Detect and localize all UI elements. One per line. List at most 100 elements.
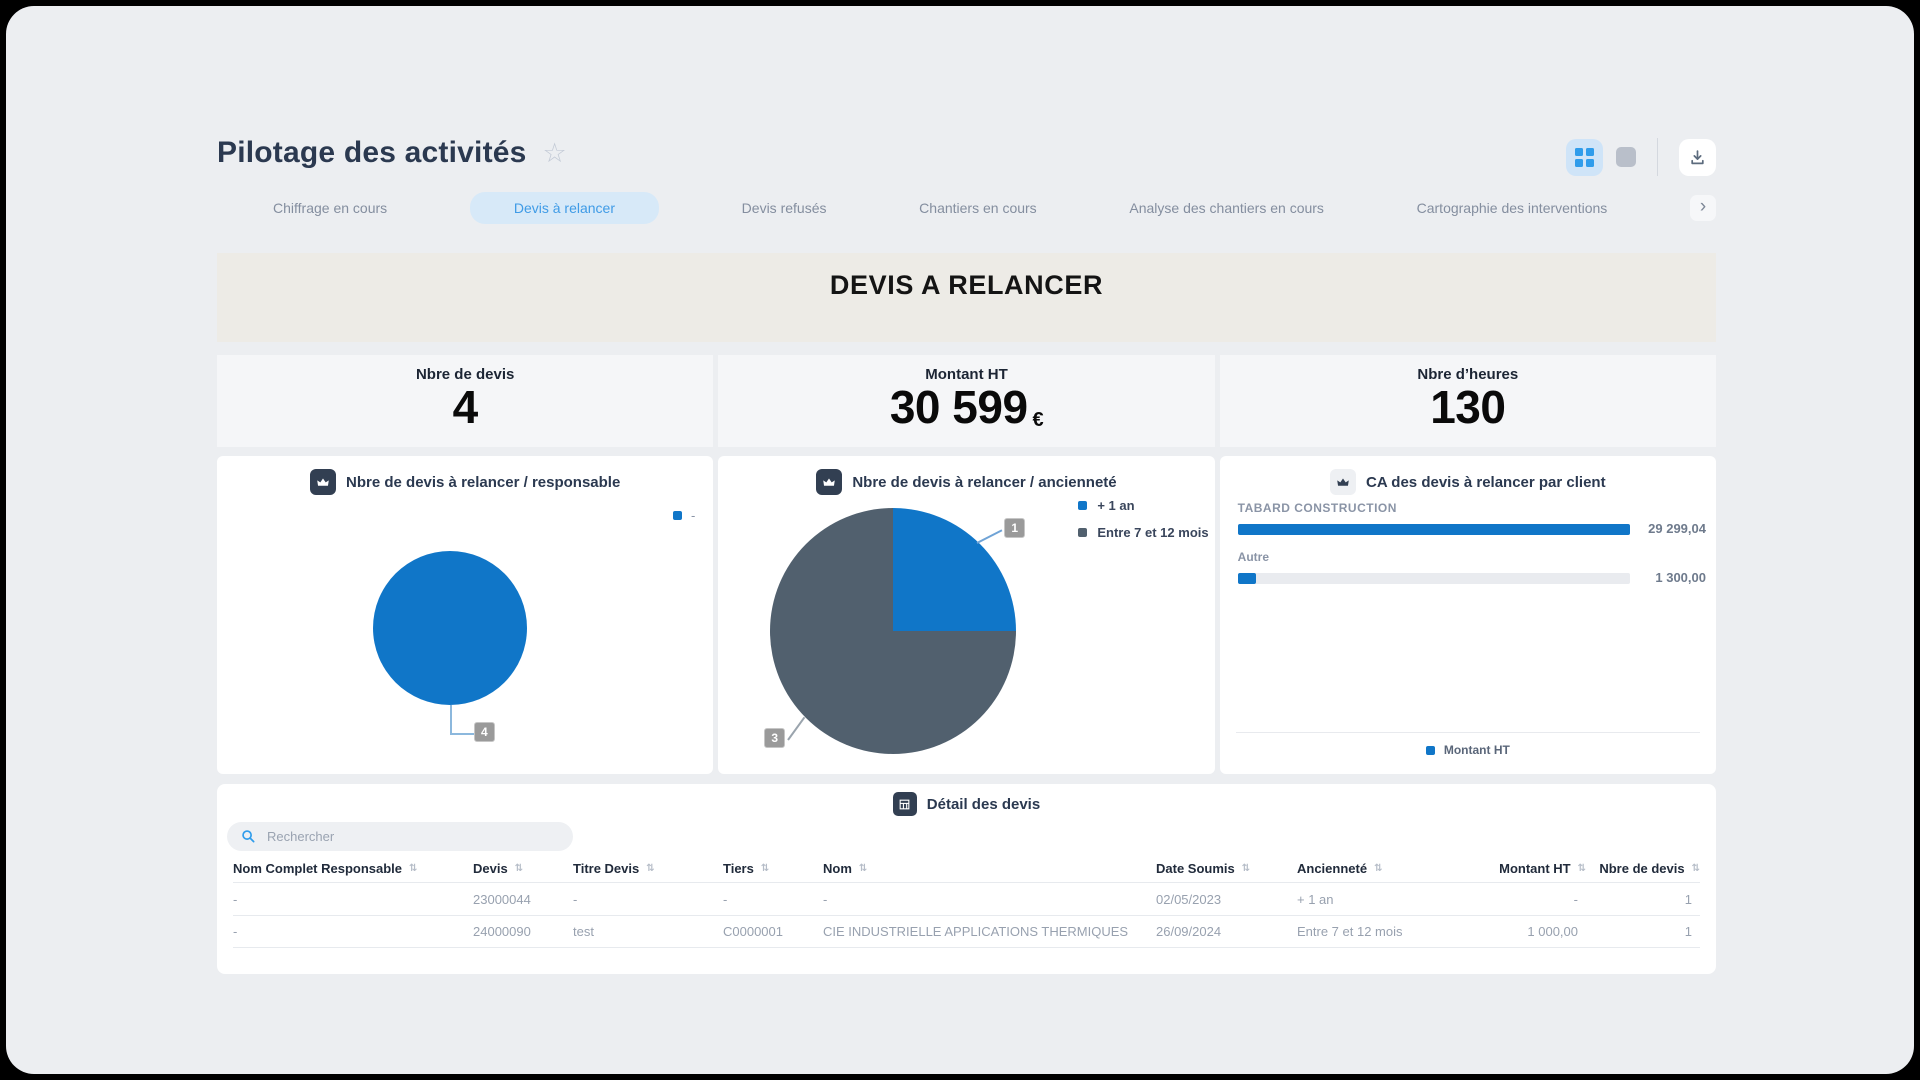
tab-devis-a-relancer[interactable]: Devis à relancer xyxy=(470,192,659,224)
tab-chantiers-en-cours[interactable]: Chantiers en cours xyxy=(909,192,1047,224)
search-box xyxy=(227,822,573,851)
kpi-amount: 30 599 xyxy=(890,381,1028,433)
crown-icon xyxy=(1330,469,1356,495)
legend-item[interactable]: + 1 an xyxy=(1078,498,1208,513)
section-banner-title: DEVIS A RELANCER xyxy=(830,270,1103,301)
chart-title-row: Nbre de devis à relancer / responsable xyxy=(217,469,713,495)
data-table: Nom Complet Responsable⇅ Devis⇅ Titre De… xyxy=(233,854,1700,948)
chart-title: Nbre de devis à relancer / ancienneté xyxy=(852,474,1116,491)
divider xyxy=(1236,732,1700,733)
tab-chiffrage-en-cours[interactable]: Chiffrage en cours xyxy=(263,192,397,224)
column-header[interactable]: Nom⇅ xyxy=(823,861,1156,876)
bar-fill xyxy=(1238,573,1256,584)
pie-slice-full[interactable] xyxy=(373,551,527,705)
legend-swatch xyxy=(1078,501,1087,510)
kpi-nbre-heures: Nbre d’heures 130 xyxy=(1220,355,1716,447)
column-header[interactable]: Devis⇅ xyxy=(473,861,573,876)
cell: + 1 an xyxy=(1297,892,1471,907)
table-icon xyxy=(893,792,917,816)
sort-icon[interactable]: ⇅ xyxy=(409,863,417,874)
legend-label: Montant HT xyxy=(1444,743,1510,757)
pie-value-label-gray: 3 xyxy=(764,728,785,748)
sort-icon[interactable]: ⇅ xyxy=(1374,863,1382,874)
favorite-star-icon[interactable]: ☆ xyxy=(543,140,567,167)
cell: 1 xyxy=(1586,892,1700,907)
crown-icon xyxy=(310,469,336,495)
download-icon xyxy=(1689,149,1706,166)
cell: Entre 7 et 12 mois xyxy=(1297,924,1471,939)
cell: 26/09/2024 xyxy=(1156,924,1297,939)
detail-table-card: Détail des devis Nom Complet Responsable… xyxy=(217,784,1716,974)
page-header: Pilotage des activités ☆ xyxy=(217,136,567,170)
bar-value: 29 299,04 xyxy=(1606,521,1706,536)
cell: test xyxy=(573,924,723,939)
table-row[interactable]: - 24000090 test C0000001 CIE INDUSTRIELL… xyxy=(233,915,1700,948)
pie-leader-line xyxy=(450,733,475,735)
pie-leader-line xyxy=(450,705,452,734)
section-banner: DEVIS A RELANCER xyxy=(217,253,1716,342)
pie-value-label: 4 xyxy=(474,722,495,742)
bar[interactable] xyxy=(1238,524,1630,535)
legend-label: - xyxy=(691,508,695,523)
sort-icon[interactable]: ⇅ xyxy=(761,863,769,874)
sort-icon[interactable]: ⇅ xyxy=(515,863,523,874)
sort-icon[interactable]: ⇅ xyxy=(859,863,867,874)
cell: 24000090 xyxy=(473,924,573,939)
single-view-button[interactable] xyxy=(1616,147,1636,167)
grid-view-button[interactable] xyxy=(1566,139,1603,176)
tab-devis-refuses[interactable]: Devis refusés xyxy=(732,192,837,224)
table-row[interactable]: - 23000044 - - - 02/05/2023 + 1 an - 1 xyxy=(233,882,1700,915)
chart-title: Nbre de devis à relancer / responsable xyxy=(346,474,620,491)
chart-title-row: CA des devis à relancer par client xyxy=(1220,469,1716,495)
dashboard-app: Pilotage des activités ☆ Chiffrage en co… xyxy=(6,6,1914,1074)
legend-swatch xyxy=(673,511,682,520)
column-header[interactable]: Nbre de devis⇅ xyxy=(1586,861,1700,876)
chart-legend: + 1 an Entre 7 et 12 mois xyxy=(1078,498,1208,540)
column-header[interactable]: Date Soumis⇅ xyxy=(1156,861,1297,876)
bar[interactable] xyxy=(1238,573,1630,584)
bar-category-label: TABARD CONSTRUCTION xyxy=(1238,501,1397,515)
chart-legend[interactable]: - xyxy=(673,508,695,523)
kpi-montant-ht: Montant HT 30 599€ xyxy=(718,355,1214,447)
cell: - xyxy=(823,892,1156,907)
main-content: Pilotage des activités ☆ Chiffrage en co… xyxy=(217,6,1716,1074)
page-title: Pilotage des activités xyxy=(217,136,527,170)
tabs-scroll-right-button[interactable]: › xyxy=(1690,195,1716,221)
cell: 1 000,00 xyxy=(1471,924,1586,939)
sort-icon[interactable]: ⇅ xyxy=(646,863,654,874)
sort-icon[interactable]: ⇅ xyxy=(1242,863,1250,874)
column-header[interactable]: Ancienneté⇅ xyxy=(1297,861,1471,876)
toolbar xyxy=(1566,138,1716,176)
cell: CIE INDUSTRIELLE APPLICATIONS THERMIQUES xyxy=(823,924,1156,939)
column-header[interactable]: Titre Devis⇅ xyxy=(573,861,723,876)
cell: - xyxy=(233,892,473,907)
cell: - xyxy=(1471,892,1586,907)
legend-label: + 1 an xyxy=(1097,498,1134,513)
legend-label: Entre 7 et 12 mois xyxy=(1097,525,1208,540)
chart-legend[interactable]: Montant HT xyxy=(1220,743,1716,757)
table-title-row: Détail des devis xyxy=(217,792,1716,816)
bar-category-label: Autre xyxy=(1238,550,1269,564)
table-header-row: Nom Complet Responsable⇅ Devis⇅ Titre De… xyxy=(233,854,1700,882)
column-header[interactable]: Tiers⇅ xyxy=(723,861,823,876)
crown-icon xyxy=(816,469,842,495)
kpi-value: 30 599€ xyxy=(718,383,1214,431)
cell: 23000044 xyxy=(473,892,573,907)
pie-chart[interactable] xyxy=(770,508,1016,754)
tab-analyse-chantiers[interactable]: Analyse des chantiers en cours xyxy=(1119,192,1334,224)
kpi-currency-unit: € xyxy=(1033,410,1044,431)
toolbar-divider xyxy=(1657,138,1658,176)
download-button[interactable] xyxy=(1679,139,1716,176)
column-header[interactable]: Montant HT⇅ xyxy=(1471,861,1586,876)
sort-icon[interactable]: ⇅ xyxy=(1578,863,1586,874)
sort-icon[interactable]: ⇅ xyxy=(1692,863,1700,874)
tab-bar: Chiffrage en cours Devis à relancer Devi… xyxy=(217,192,1716,224)
search-input[interactable] xyxy=(267,829,527,844)
cell: - xyxy=(723,892,823,907)
cell: 1 xyxy=(1586,924,1700,939)
legend-item[interactable]: Entre 7 et 12 mois xyxy=(1078,525,1208,540)
tab-cartographie-interventions[interactable]: Cartographie des interventions xyxy=(1407,192,1618,224)
bar-value: 1 300,00 xyxy=(1606,570,1706,585)
chart-devis-par-responsable: Nbre de devis à relancer / responsable -… xyxy=(217,456,713,774)
column-header[interactable]: Nom Complet Responsable⇅ xyxy=(233,861,473,876)
